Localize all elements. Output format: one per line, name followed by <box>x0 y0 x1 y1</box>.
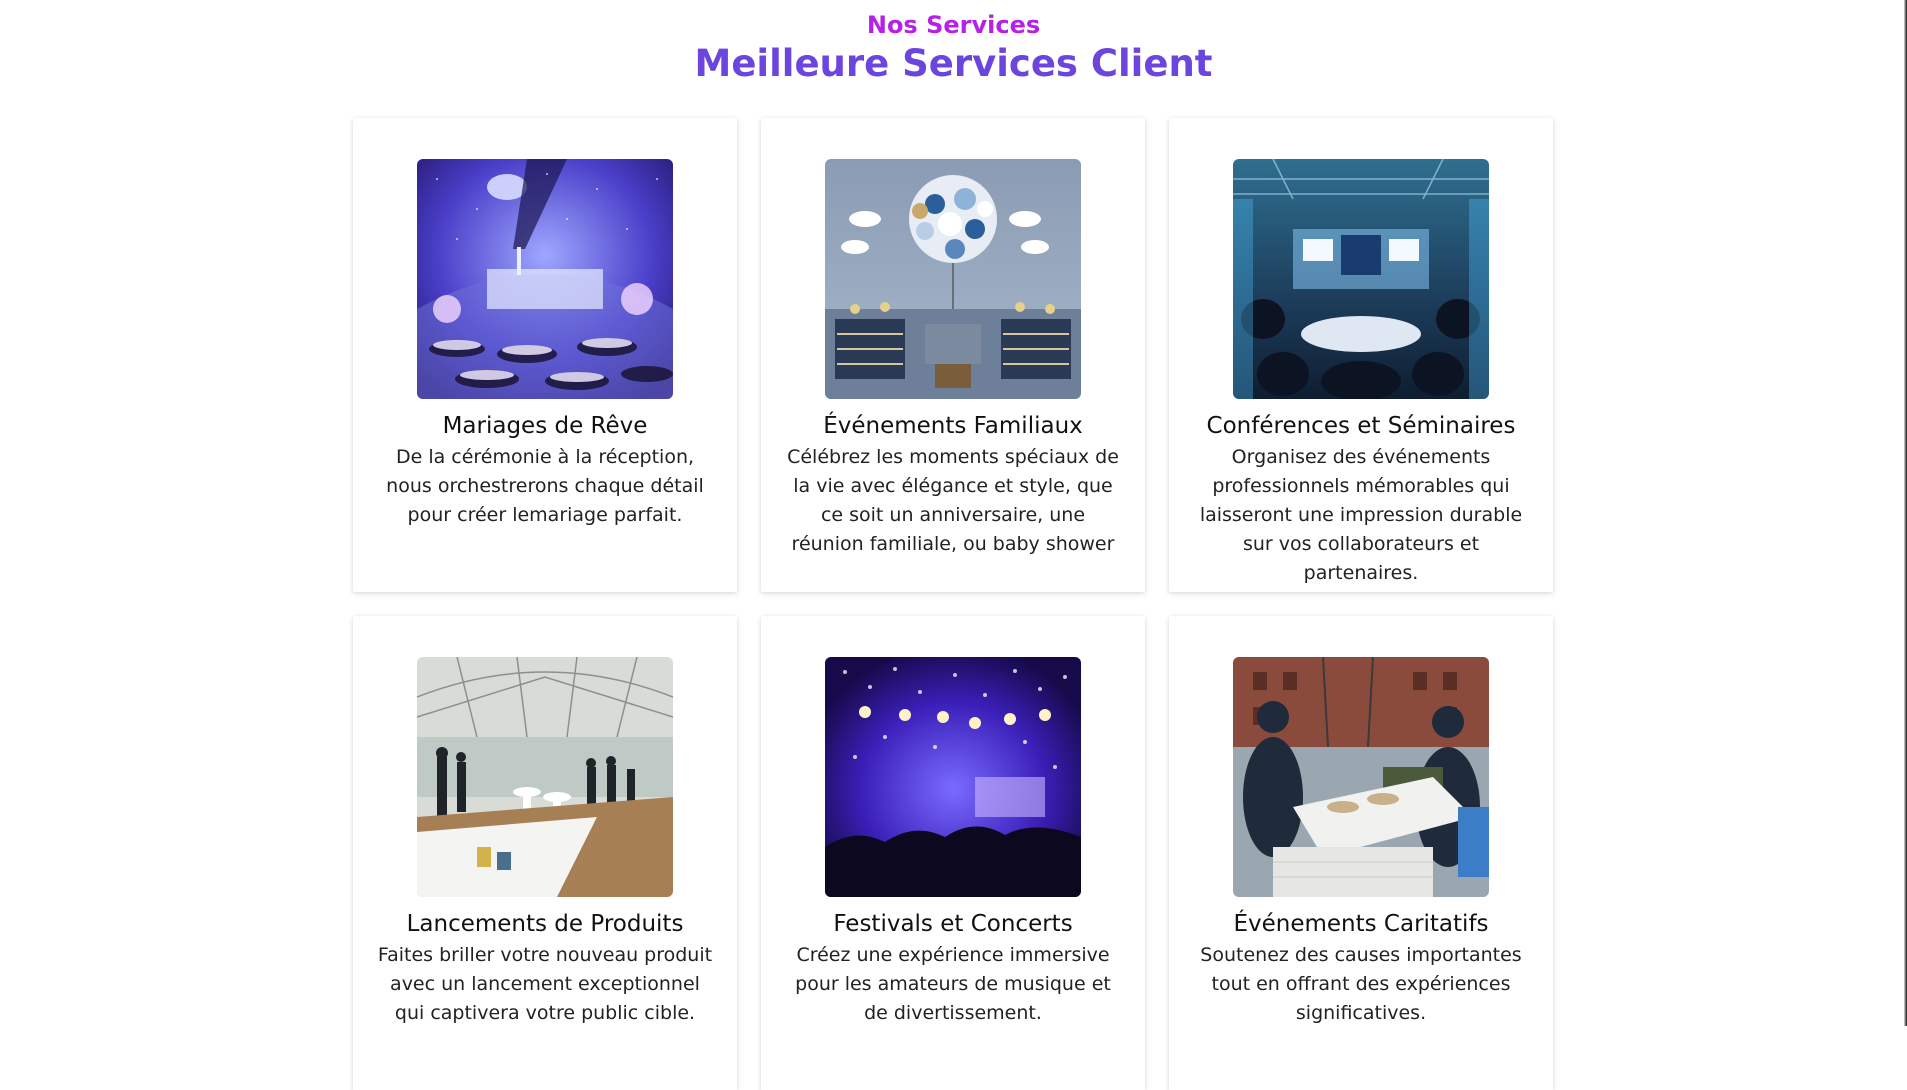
card-description: Faites briller votre nouveau produit ave… <box>377 944 713 1024</box>
card-title: Lancements de Produits <box>406 911 684 937</box>
services-header: Nos Services Meilleure Services Client <box>0 10 1907 88</box>
service-card-mariages[interactable]: Mariages de Rêve De la cérémonie à la ré… <box>353 118 737 592</box>
card-title: Festivals et Concerts <box>833 911 1073 937</box>
section-title: Meilleure Services Client <box>694 42 1213 85</box>
services-grid: Mariages de Rêve De la cérémonie à la ré… <box>353 118 1553 1090</box>
card-description: Célébrez les moments spéciaux de la vie … <box>787 446 1119 555</box>
section-eyebrow: Nos Services <box>866 11 1041 39</box>
card-description: Soutenez des causes importantes tout en … <box>1200 944 1522 1024</box>
card-title: Mariages de Rêve <box>442 413 648 439</box>
service-card-familiaux[interactable]: Événements Familiaux Célébrez les moment… <box>761 118 1145 592</box>
card-title: Événements Familiaux <box>823 413 1083 439</box>
service-card-conferences[interactable]: Conférences et Séminaires Organisez des … <box>1169 118 1553 592</box>
service-card-festivals[interactable]: Festivals et Concerts Créez une expérien… <box>761 616 1145 1090</box>
balloon-party-image <box>825 159 1081 399</box>
card-title: Événements Caritatifs <box>1233 911 1489 937</box>
concert-image <box>825 657 1081 897</box>
service-card-lancements[interactable]: Lancements de Produits Faites briller vo… <box>353 616 737 1090</box>
conference-hall-image <box>1233 159 1489 399</box>
card-description: Organisez des événements professionnels … <box>1199 446 1523 584</box>
card-description: De la cérémonie à la réception, nous orc… <box>386 446 704 526</box>
card-title: Conférences et Séminaires <box>1206 413 1516 439</box>
card-description: Créez une expérience immersive pour les … <box>795 944 1111 1024</box>
service-card-caritatifs[interactable]: Événements Caritatifs Soutenez des cause… <box>1169 616 1553 1090</box>
wedding-hall-image <box>417 159 673 399</box>
product-launch-image <box>417 657 673 897</box>
charity-event-image <box>1233 657 1489 897</box>
